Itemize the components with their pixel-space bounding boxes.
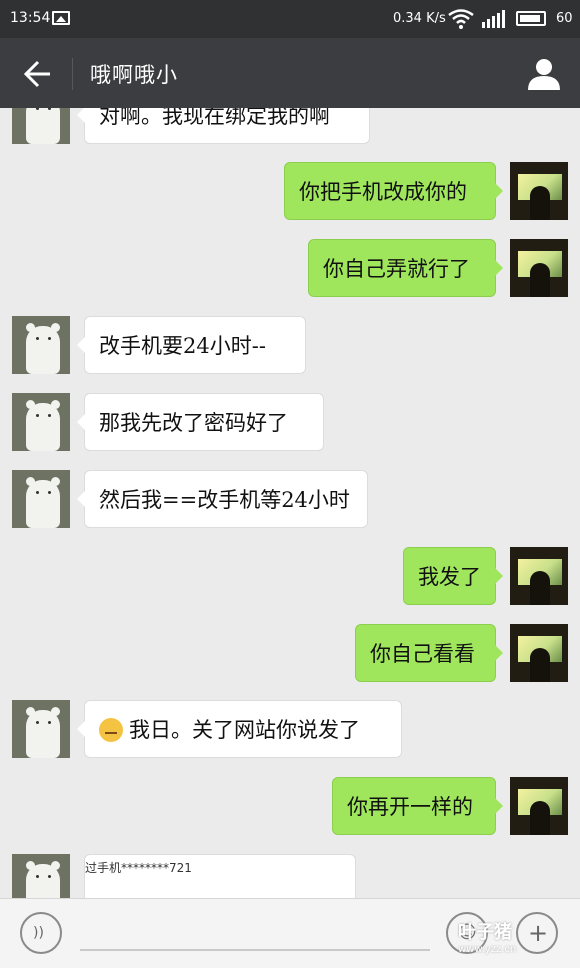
message-bubble-sent[interactable]: 你把手机改成你的 — [284, 162, 503, 220]
wifi-icon — [448, 9, 474, 29]
message-input[interactable] — [80, 917, 430, 951]
image-notification-icon — [52, 11, 70, 25]
network-speed: 0.34 K/s — [393, 11, 446, 26]
contact-avatar[interactable] — [12, 854, 70, 898]
more-options-button[interactable]: + — [516, 912, 558, 954]
back-arrow-icon[interactable] — [14, 56, 54, 92]
chat-area[interactable]: 对啊。我现在绑定我的啊 你把手机改成你的 你自己弄就行了 改手机要24小时-- … — [0, 108, 580, 898]
message-bubble-received[interactable]: 我日。关了网站你说发了 — [77, 700, 402, 758]
watermark-logo: 叶子猪 www.yzz.cn — [458, 918, 516, 955]
voice-icon: )) — [33, 925, 44, 941]
message-bubble-sent[interactable]: 你自己弄就行了 — [308, 239, 503, 297]
signal-icon — [482, 10, 507, 28]
message-bubble-received[interactable]: 改手机要24小时-- — [77, 316, 306, 374]
status-time: 13:54 — [10, 10, 51, 26]
image-message[interactable]: 过手机********721 — [84, 854, 356, 898]
image-message-text: 过手机********721 — [85, 861, 192, 875]
battery-icon — [516, 11, 546, 26]
battery-level: 60 — [556, 11, 573, 26]
my-avatar[interactable] — [510, 547, 568, 605]
my-avatar[interactable] — [510, 624, 568, 682]
message-bubble-received[interactable]: 对啊。我现在绑定我的啊 — [77, 108, 370, 144]
message-bubble-received[interactable]: 然后我==改手机等24小时 — [77, 470, 368, 528]
user-profile-icon[interactable] — [524, 54, 564, 94]
status-bar: 13:54 0.34 K/s 60 — [0, 0, 580, 38]
message-bubble-sent[interactable]: 我发了 — [403, 547, 503, 605]
contact-avatar[interactable] — [12, 700, 70, 758]
my-avatar[interactable] — [510, 239, 568, 297]
watermark-text: 叶子猪 — [458, 922, 512, 943]
message-bubble-received[interactable]: 那我先改了密码好了 — [77, 393, 324, 451]
watermark-url: www.yzz.cn — [458, 944, 517, 955]
chat-title: 哦啊哦小 — [90, 63, 178, 87]
header-divider — [72, 58, 73, 90]
contact-avatar[interactable] — [12, 393, 70, 451]
contact-avatar[interactable] — [12, 470, 70, 528]
message-bubble-sent[interactable]: 你再开一样的 — [332, 777, 503, 835]
contact-avatar[interactable] — [12, 316, 70, 374]
my-avatar[interactable] — [510, 162, 568, 220]
message-bubble-sent[interactable]: 你自己看看 — [355, 624, 503, 682]
my-avatar[interactable] — [510, 777, 568, 835]
chat-header: 哦啊哦小 — [0, 38, 580, 108]
message-text: 我日。关了网站你说发了 — [129, 718, 360, 742]
contact-avatar[interactable] — [12, 108, 70, 144]
plus-icon: + — [528, 919, 549, 947]
voice-input-button[interactable]: )) — [20, 912, 62, 954]
grimace-emoji-icon — [99, 717, 123, 742]
